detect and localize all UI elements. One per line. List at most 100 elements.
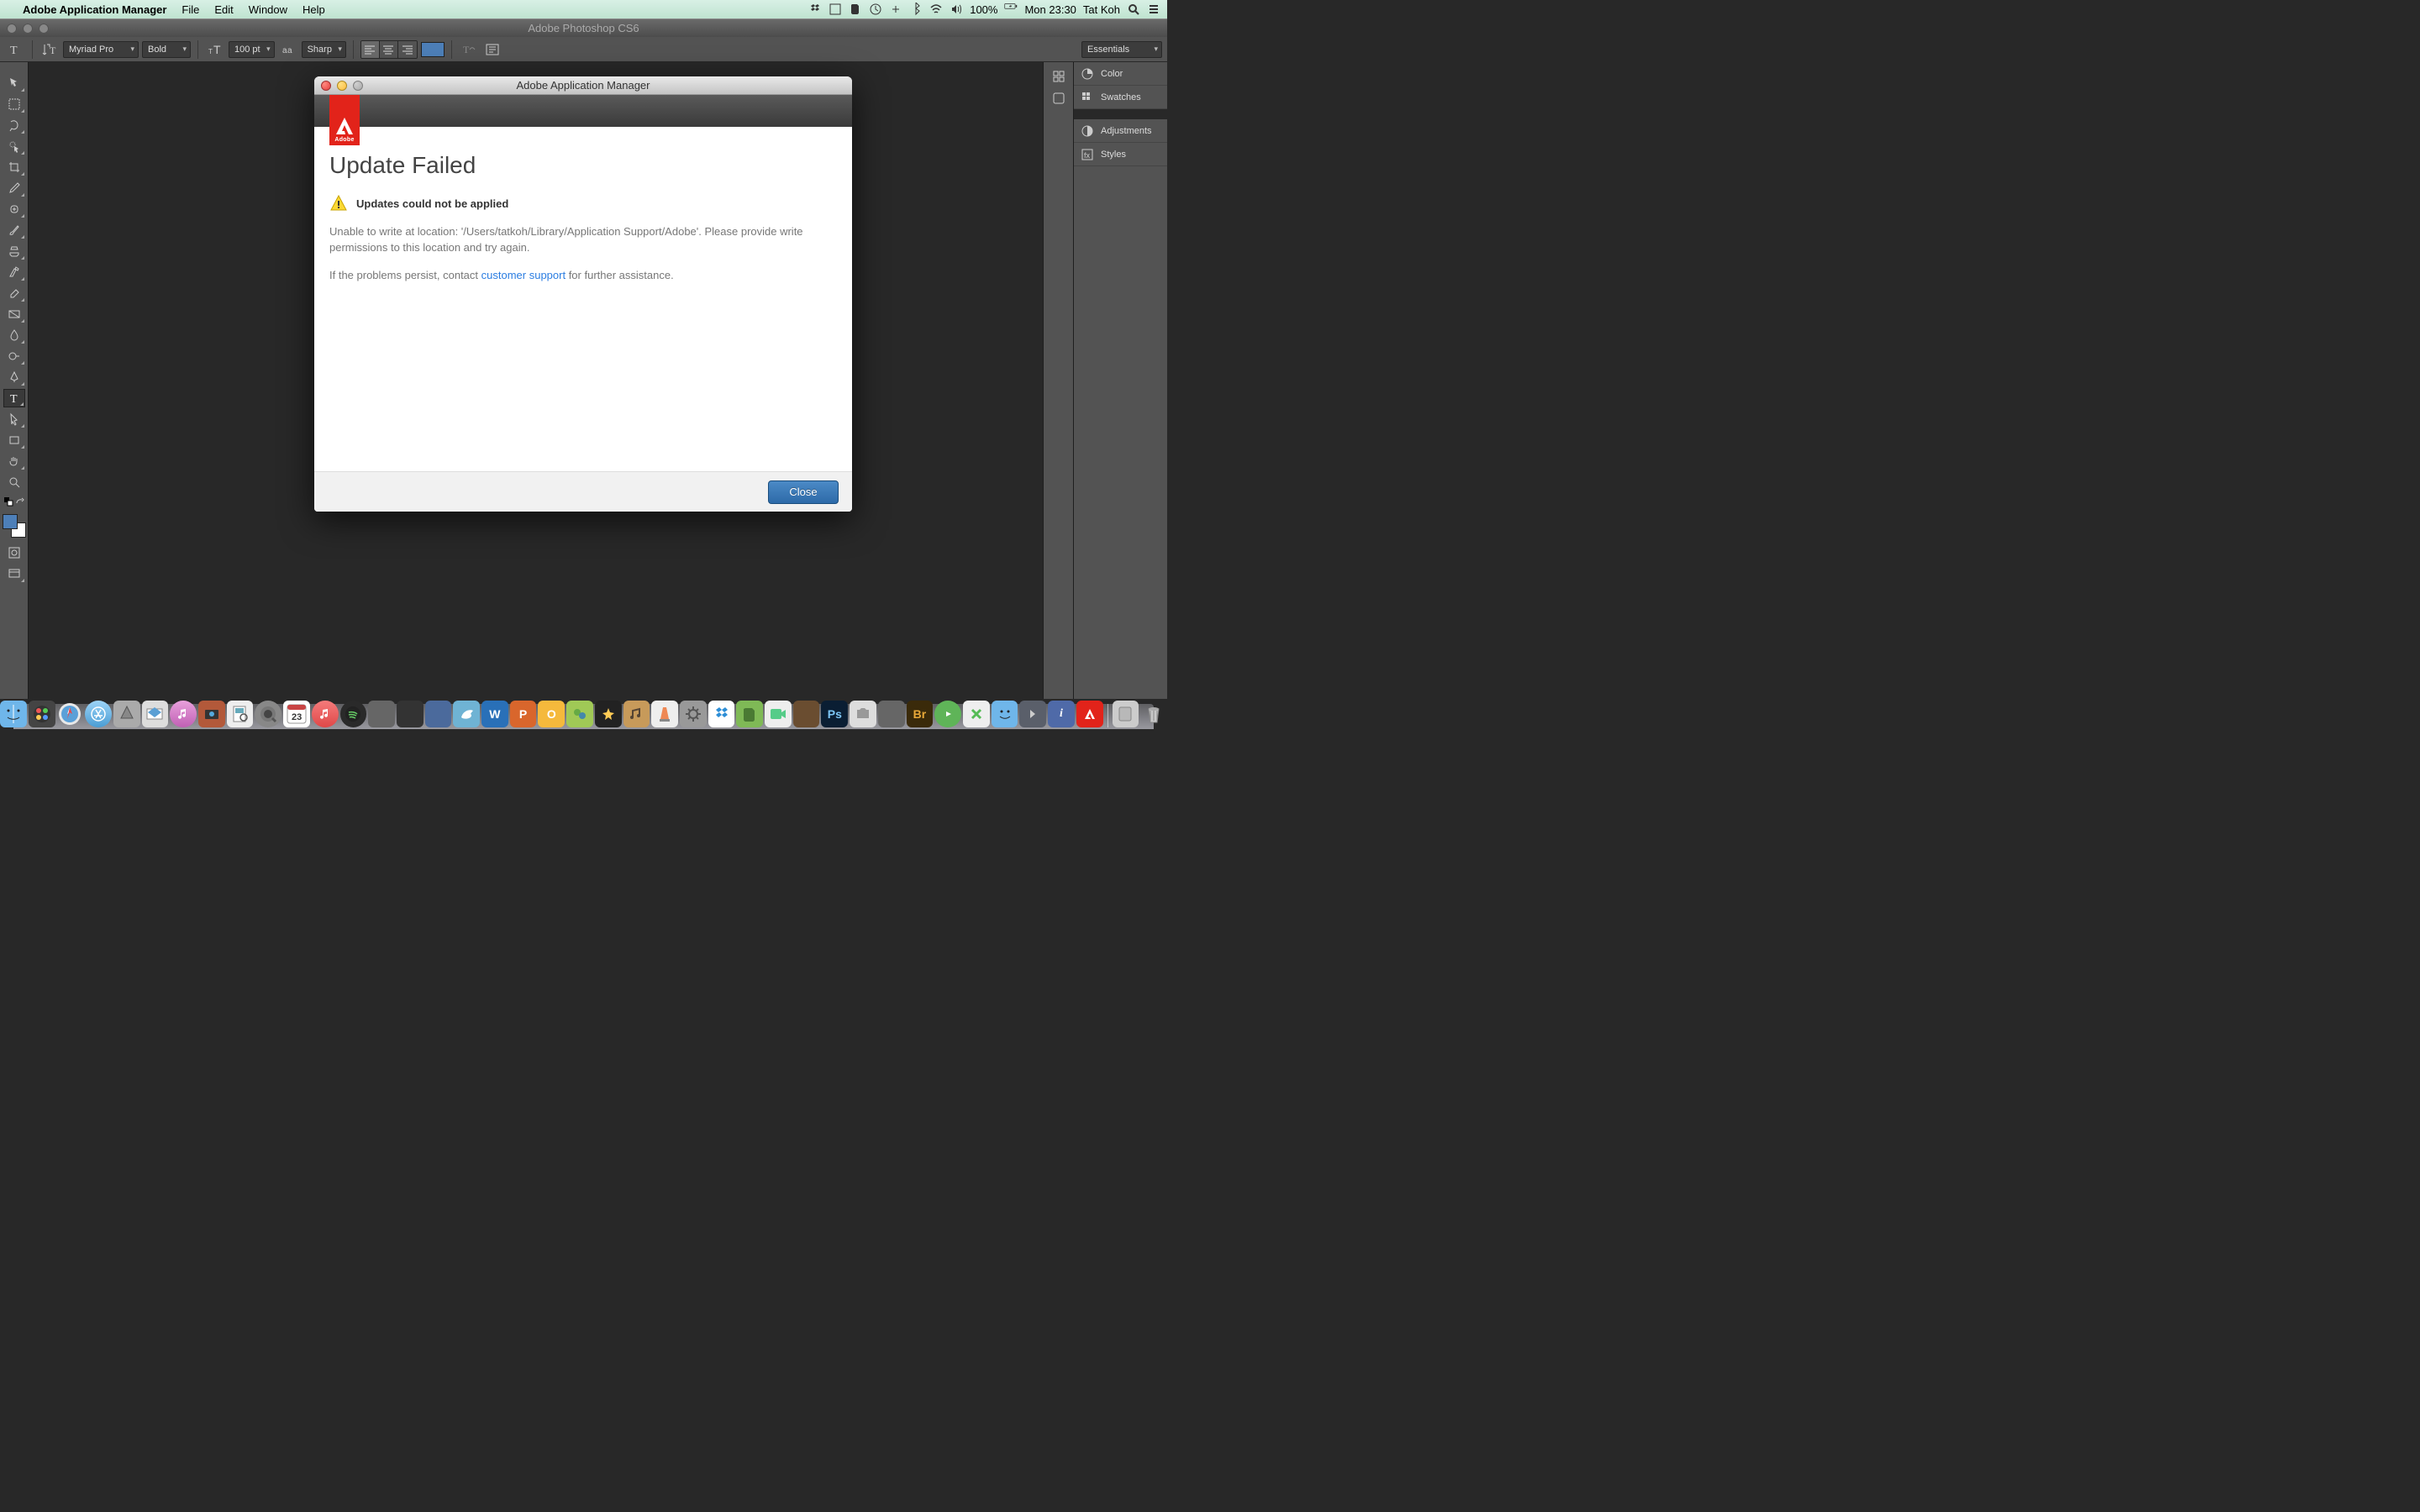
panel-swatches[interactable]: Swatches: [1074, 86, 1167, 109]
spotlight-icon[interactable]: [1127, 3, 1140, 16]
eyedropper-tool[interactable]: [3, 179, 25, 197]
dialog-close-action-button[interactable]: Close: [768, 480, 839, 504]
dock-app-16[interactable]: [425, 701, 452, 727]
dock-dropbox[interactable]: [708, 701, 735, 727]
quick-mask-toggle[interactable]: [3, 543, 25, 562]
dialog-minimize-button[interactable]: [337, 81, 347, 91]
dock-adobe[interactable]: [1076, 701, 1103, 727]
anti-alias-dropdown[interactable]: Sharp: [302, 41, 346, 58]
properties-panel-icon[interactable]: [1048, 89, 1070, 108]
dock-bridge[interactable]: Br: [907, 701, 934, 727]
panel-color[interactable]: Color: [1074, 62, 1167, 86]
window-close-button[interactable]: [7, 24, 17, 34]
marquee-tool[interactable]: [3, 95, 25, 113]
eraser-tool[interactable]: [3, 284, 25, 302]
gradient-tool[interactable]: [3, 305, 25, 323]
dock-finder[interactable]: [0, 701, 27, 727]
screen-mode-toggle[interactable]: [3, 564, 25, 583]
wifi-icon[interactable]: [929, 3, 943, 16]
window-zoom-button[interactable]: [39, 24, 49, 34]
dock-evernote[interactable]: [736, 701, 763, 727]
text-color-swatch[interactable]: [421, 42, 445, 57]
quick-select-tool[interactable]: [3, 137, 25, 155]
hand-tool[interactable]: [3, 452, 25, 470]
dock-x[interactable]: [963, 701, 990, 727]
clone-stamp-tool[interactable]: [3, 242, 25, 260]
dock-vlc[interactable]: [651, 701, 678, 727]
crop-tool[interactable]: [3, 158, 25, 176]
dock-screenshot[interactable]: [850, 701, 876, 727]
dock-launchpad[interactable]: [113, 701, 140, 727]
evernote-menubar-icon[interactable]: [849, 3, 862, 16]
notification-center-icon[interactable]: [1147, 3, 1160, 16]
menubar-clock[interactable]: Mon 23:30: [1024, 3, 1076, 16]
dock-finder2[interactable]: [992, 701, 1018, 727]
dock-info[interactable]: i: [1048, 701, 1075, 727]
window-minimize-button[interactable]: [23, 24, 33, 34]
dock-spotify[interactable]: [340, 701, 367, 727]
align-right-button[interactable]: [398, 41, 417, 58]
dock-quicktime[interactable]: [255, 701, 281, 727]
dock-hdd[interactable]: [1113, 701, 1139, 727]
dock-spotify2[interactable]: [934, 701, 961, 727]
dialog-titlebar[interactable]: Adobe Application Manager: [314, 76, 852, 95]
default-colors-icon[interactable]: [3, 496, 13, 507]
dock-appstore[interactable]: [85, 701, 112, 727]
dock-mail[interactable]: [142, 701, 169, 727]
type-tool[interactable]: T: [3, 389, 25, 407]
character-panel-button[interactable]: [482, 40, 502, 59]
dock-systempref[interactable]: [680, 701, 707, 727]
dock-garageband[interactable]: [623, 701, 650, 727]
path-select-tool[interactable]: [3, 410, 25, 428]
lasso-tool[interactable]: [3, 116, 25, 134]
brush-tool[interactable]: [3, 221, 25, 239]
dock-app-32[interactable]: [878, 701, 905, 727]
menubar-edit[interactable]: Edit: [207, 3, 240, 16]
menubar-file[interactable]: File: [174, 3, 207, 16]
dock-sparrow[interactable]: [453, 701, 480, 727]
align-center-button[interactable]: [380, 41, 398, 58]
tool-preset-picker[interactable]: T: [5, 40, 25, 59]
rectangle-tool[interactable]: [3, 431, 25, 449]
dock-dashboard[interactable]: [29, 701, 55, 727]
dock-photoshop[interactable]: Ps: [821, 701, 848, 727]
dock-safari[interactable]: [57, 701, 84, 727]
dock-itunes-store[interactable]: [170, 701, 197, 727]
panel-adjustments[interactable]: Adjustments: [1074, 119, 1167, 143]
dock-app-14[interactable]: [368, 701, 395, 727]
text-orientation-toggle[interactable]: T: [39, 40, 60, 59]
dock-word[interactable]: W: [481, 701, 508, 727]
workspace-switcher[interactable]: Essentials: [1081, 41, 1162, 58]
timemachine-icon[interactable]: [869, 3, 882, 16]
align-left-button[interactable]: [361, 41, 380, 58]
color-picker[interactable]: [3, 514, 26, 538]
os-menubar[interactable]: Adobe Application Manager File Edit Wind…: [0, 0, 1167, 18]
font-style-dropdown[interactable]: Bold: [142, 41, 191, 58]
dock-photobooth[interactable]: [198, 701, 225, 727]
menubar-window[interactable]: Window: [241, 3, 295, 16]
warp-text-button[interactable]: T: [459, 40, 479, 59]
dock-minecraft[interactable]: [793, 701, 820, 727]
dock-facetime[interactable]: [765, 701, 792, 727]
dock-shortcut[interactable]: [1019, 701, 1046, 727]
font-size-dropdown[interactable]: 100 pt: [229, 41, 275, 58]
dock-ical[interactable]: 23: [283, 701, 310, 727]
volume-icon[interactable]: [950, 3, 963, 16]
menubar-user[interactable]: Tat Koh: [1083, 3, 1120, 16]
panel-styles[interactable]: fx Styles: [1074, 143, 1167, 166]
dock-outlook[interactable]: O: [538, 701, 565, 727]
dialog-close-button[interactable]: [321, 81, 331, 91]
menubar-app-name[interactable]: Adobe Application Manager: [15, 3, 174, 16]
bluetooth-icon[interactable]: [909, 3, 923, 16]
dock-trash[interactable]: [1140, 701, 1167, 727]
history-panel-icon[interactable]: [1048, 67, 1070, 86]
font-family-dropdown[interactable]: Myriad Pro: [63, 41, 139, 58]
menubar-icon-2[interactable]: [889, 3, 902, 16]
foreground-color[interactable]: [3, 514, 18, 529]
dock-messenger[interactable]: [566, 701, 593, 727]
dock-powerpoint[interactable]: P: [510, 701, 537, 727]
blur-tool[interactable]: [3, 326, 25, 344]
pen-tool[interactable]: [3, 368, 25, 386]
dock-itunes[interactable]: [312, 701, 339, 727]
history-brush-tool[interactable]: [3, 263, 25, 281]
